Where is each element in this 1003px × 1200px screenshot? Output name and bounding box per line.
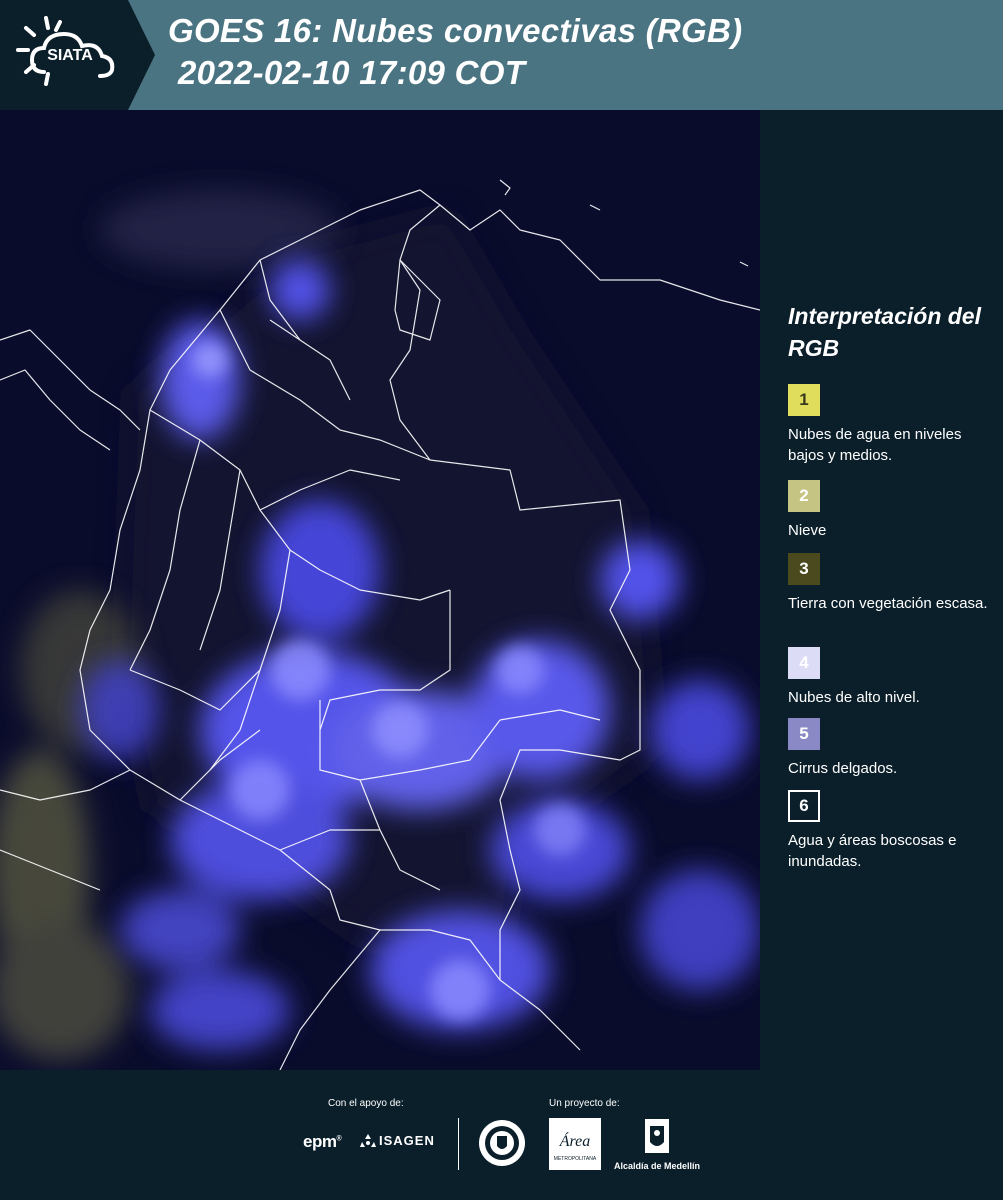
page-title: GOES 16: Nubes convectivas (RGB) <box>168 12 743 49</box>
legend-swatch: 5 <box>788 718 820 750</box>
area-metropolitana-logo: Área METROPOLITANA <box>549 1118 601 1175</box>
satellite-image <box>0 110 760 1070</box>
support-caption: Con el apoyo de: <box>328 1098 404 1109</box>
alcaldia-text: Alcaldía de Medellín <box>613 1161 701 1171</box>
legend-item-2: 2 Nieve <box>788 480 998 541</box>
legend-label: Nubes de alto nivel. <box>788 689 920 706</box>
medellin-seal-logo <box>477 1118 527 1173</box>
area-logo-text: Área <box>559 1131 591 1150</box>
siata-logo: SIATA <box>0 0 155 110</box>
legend-title: Interpretación del RGB <box>788 303 981 361</box>
legend-label: Nieve <box>788 522 827 539</box>
legend-label: Nubes de agua en niveles bajos y medios. <box>788 426 962 464</box>
legend-item-5: 5 Cirrus delgados. <box>788 718 998 779</box>
alcaldia-medellin-logo: Alcaldía de Medellín <box>612 1118 702 1171</box>
legend-item-3: 3 Tierra con vegetación escasa. <box>788 553 998 614</box>
legend-item-4: 4 Nubes de alto nivel. <box>788 647 998 708</box>
isagen-logo-text: ISAGEN <box>379 1133 435 1148</box>
legend-swatch: 6 <box>788 790 820 822</box>
header: SIATA GOES 16: Nubes convectivas (RGB) 2… <box>0 0 1003 110</box>
legend-swatch: 4 <box>788 647 820 679</box>
project-caption: Un proyecto de: <box>549 1098 620 1109</box>
isagen-logo: ISAGEN <box>360 1133 435 1148</box>
area-logo-subtext: METROPOLITANA <box>554 1156 597 1162</box>
epm-logo-text: epm <box>303 1132 337 1151</box>
footer: Con el apoyo de: Un proyecto de: epm® IS… <box>0 1070 1003 1200</box>
legend-label: Agua y áreas boscosas e inundadas. <box>788 832 957 870</box>
legend-label: Tierra con vegetación escasa. <box>788 595 988 612</box>
footer-divider <box>458 1118 459 1170</box>
legend-item-1: 1 Nubes de agua en niveles bajos y medio… <box>788 384 998 466</box>
epm-logo: epm® <box>303 1132 342 1151</box>
isagen-icon <box>360 1133 376 1147</box>
legend-label: Cirrus delgados. <box>788 760 898 777</box>
legend-swatch: 1 <box>788 384 820 416</box>
legend-swatch: 2 <box>788 480 820 512</box>
legend-item-6: 6 Agua y áreas boscosas e inundadas. <box>788 790 998 872</box>
siata-logo-text: SIATA <box>47 47 93 64</box>
legend-swatch: 3 <box>788 553 820 585</box>
page-subtitle-datetime: 2022-02-10 17:09 COT <box>178 54 526 91</box>
